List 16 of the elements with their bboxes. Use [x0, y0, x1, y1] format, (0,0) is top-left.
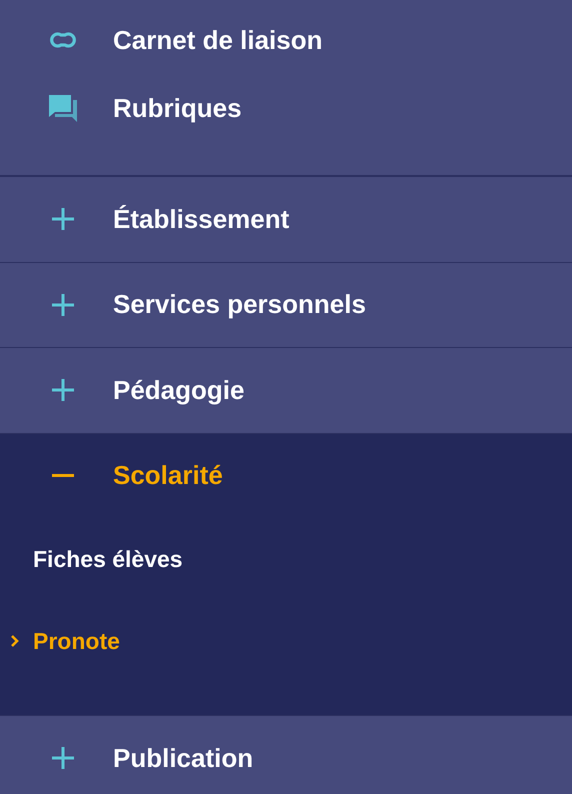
section-header[interactable]: Établissement [0, 177, 572, 262]
submenu-item[interactable]: Fiches élèves [0, 518, 572, 600]
section-header[interactable]: Scolarité [0, 434, 572, 518]
section-header[interactable]: Services personnels [0, 262, 572, 347]
plus-icon [52, 208, 74, 230]
plus-icon [52, 747, 74, 770]
section-header[interactable]: Publication [0, 716, 572, 794]
submenu-item[interactable]: Pronote [0, 600, 572, 682]
menu-link[interactable]: Rubriques [0, 74, 572, 142]
chevron-icon [10, 634, 20, 648]
menu-link[interactable]: Carnet de liaison [0, 6, 572, 74]
minus-icon [52, 474, 74, 478]
section-header[interactable]: Pédagogie [0, 348, 572, 432]
plus-icon [52, 294, 74, 316]
plus-icon [52, 379, 74, 402]
chat-icon [47, 92, 79, 124]
